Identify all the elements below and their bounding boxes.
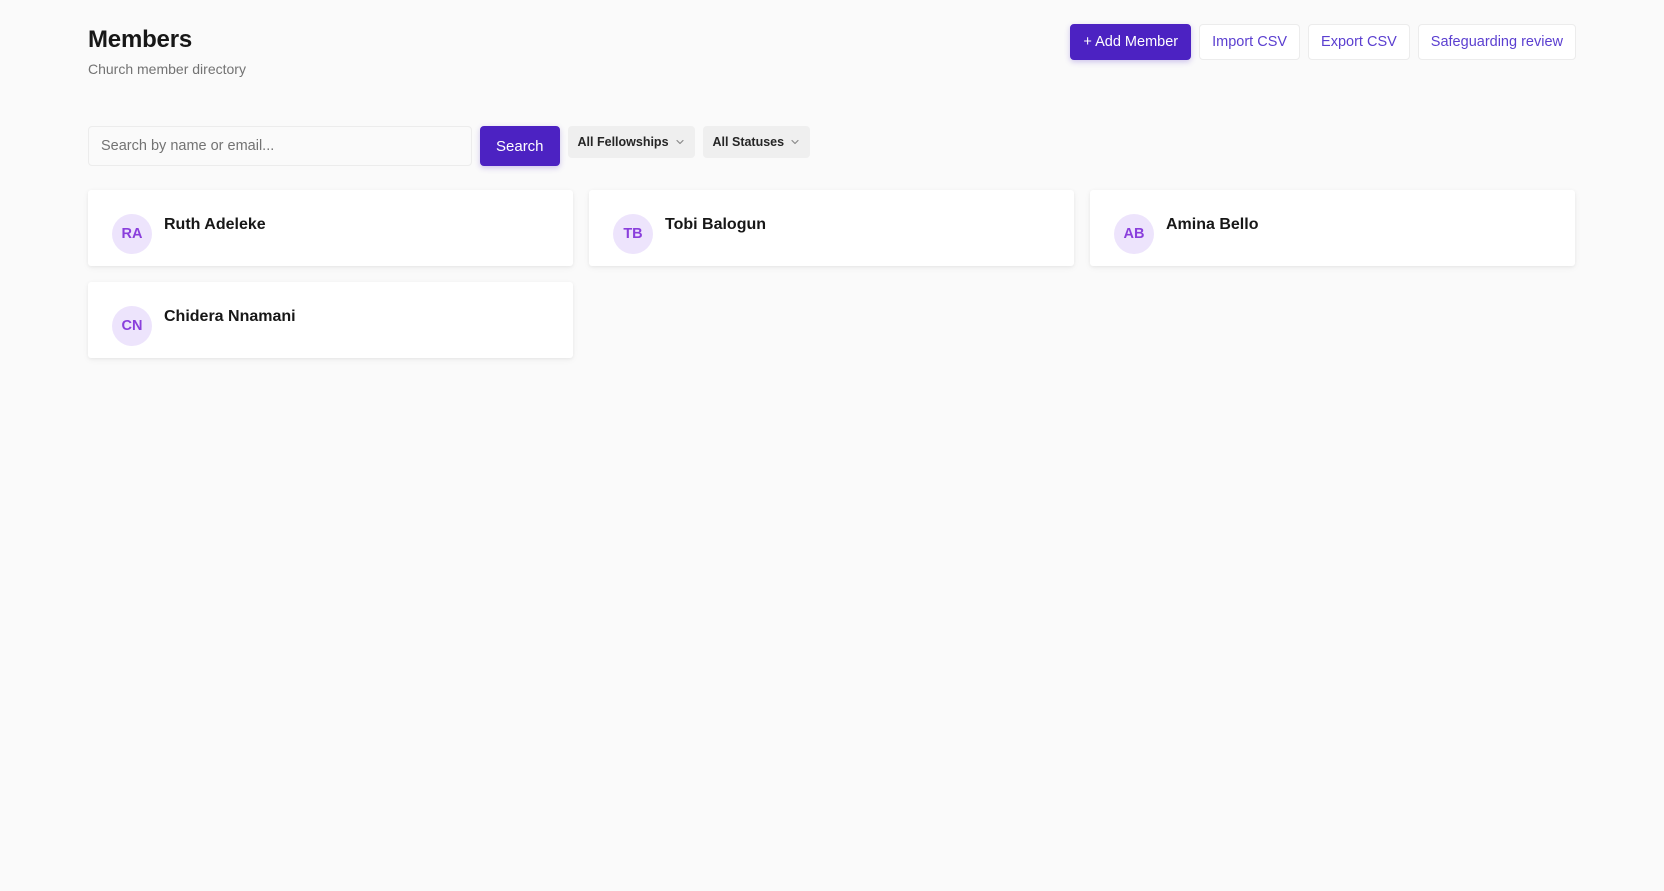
avatar: TB xyxy=(613,214,653,254)
export-csv-button[interactable]: Export CSV xyxy=(1308,24,1410,60)
avatar: AB xyxy=(1114,214,1154,254)
member-name: Ruth Adeleke xyxy=(164,216,266,233)
header-actions: + Add Member Import CSV Export CSV Safeg… xyxy=(1070,24,1576,60)
member-grid: RA Ruth Adeleke TB Tobi Balogun AB Amina… xyxy=(88,190,1576,358)
fellowship-filter-label: All Fellowships xyxy=(577,135,669,149)
member-name: Chidera Nnamani xyxy=(164,308,296,325)
status-filter[interactable]: All Statuses xyxy=(702,126,811,158)
page-title: Members xyxy=(88,26,192,53)
fellowship-filter[interactable]: All Fellowships xyxy=(567,126,695,158)
search-toolbar: Search All Fellowships All Statuses xyxy=(88,126,811,166)
search-button[interactable]: Search xyxy=(480,126,560,166)
safeguarding-review-button[interactable]: Safeguarding review xyxy=(1417,24,1576,60)
search-input[interactable] xyxy=(88,126,472,166)
member-name: Amina Bello xyxy=(1166,216,1259,233)
chevron-down-icon xyxy=(675,137,685,147)
member-card[interactable]: AB Amina Bello xyxy=(1090,190,1575,266)
member-card[interactable]: TB Tobi Balogun xyxy=(589,190,1074,266)
page-header: Members Church member directory + Add Me… xyxy=(88,24,1576,84)
member-name: Tobi Balogun xyxy=(665,216,767,233)
members-page: Members Church member directory + Add Me… xyxy=(0,0,1664,891)
avatar: RA xyxy=(112,214,152,254)
member-card[interactable]: CN Chidera Nnamani xyxy=(88,282,573,358)
page-subtitle: Church member directory xyxy=(88,61,246,77)
status-filter-label: All Statuses xyxy=(712,135,785,149)
add-member-button[interactable]: + Add Member xyxy=(1070,24,1192,60)
chevron-down-icon xyxy=(790,137,800,147)
avatar: CN xyxy=(112,306,152,346)
import-csv-button[interactable]: Import CSV xyxy=(1199,24,1301,60)
member-card[interactable]: RA Ruth Adeleke xyxy=(88,190,573,266)
